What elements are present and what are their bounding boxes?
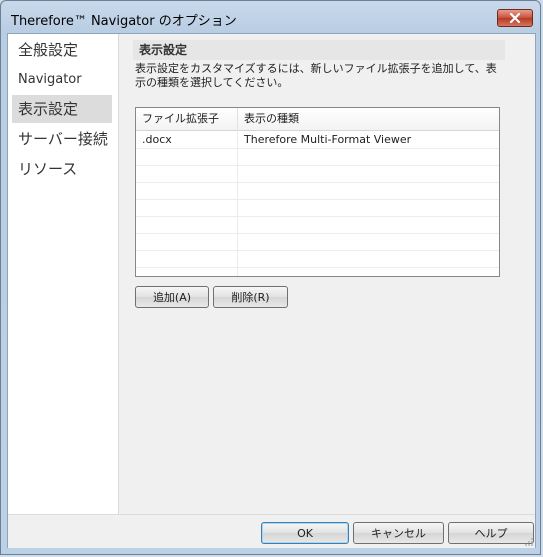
ok-button[interactable]: OK [261,522,349,544]
list-header: ファイル拡張子 表示の種類 [136,108,499,131]
sidebar-item-resources[interactable]: リソース [12,155,112,183]
dialog-client-area: 全般設定 Navigator 表示設定 サーバー接続 リソース 表示設定 表示設… [7,33,536,548]
empty-row [136,216,499,234]
options-dialog: Therefore™ Navigator のオプション 全般設定 Navigat… [0,0,541,555]
help-button[interactable]: ヘルプ [448,522,534,544]
title-bar[interactable]: Therefore™ Navigator のオプション [1,1,540,33]
empty-row [136,165,499,183]
cell-view-type: Therefore Multi-Format Viewer [244,133,412,146]
column-header-extension[interactable]: ファイル拡張子 [136,108,238,130]
cancel-button[interactable]: キャンセル [353,522,444,544]
resize-grip-icon[interactable] [524,537,534,547]
sidebar-nav: 全般設定 Navigator 表示設定 サーバー接続 リソース [8,34,119,514]
close-icon [509,13,521,23]
sidebar-item-general[interactable]: 全般設定 [12,36,112,64]
dialog-footer: OK キャンセル ヘルプ [8,514,535,548]
add-button[interactable]: 追加(A) [135,286,209,308]
sidebar-item-server-connection[interactable]: サーバー接続 [12,125,112,153]
empty-row [136,148,499,166]
close-button[interactable] [497,9,533,27]
cell-extension: .docx [142,133,172,146]
table-row[interactable]: .docx Therefore Multi-Format Viewer [136,131,499,149]
section-description: 表示設定をカスタマイズするには、新しいファイル拡張子を追加して、表示の種類を選択… [135,62,497,89]
empty-row [136,199,499,217]
section-title: 表示設定 [133,40,505,60]
empty-row [136,250,499,268]
empty-row [136,233,499,251]
sidebar-item-display-settings[interactable]: 表示設定 [12,95,112,123]
extension-list[interactable]: ファイル拡張子 表示の種類 .docx Therefore Multi-Form… [135,107,500,277]
display-settings-panel: 表示設定 表示設定をカスタマイズするには、新しいファイル拡張子を追加して、表示の… [119,34,535,514]
column-header-view-type[interactable]: 表示の種類 [238,108,499,130]
empty-row [136,182,499,200]
window-title: Therefore™ Navigator のオプション [11,14,237,29]
delete-button[interactable]: 削除(R) [213,286,288,308]
sidebar-item-navigator[interactable]: Navigator [12,66,112,94]
